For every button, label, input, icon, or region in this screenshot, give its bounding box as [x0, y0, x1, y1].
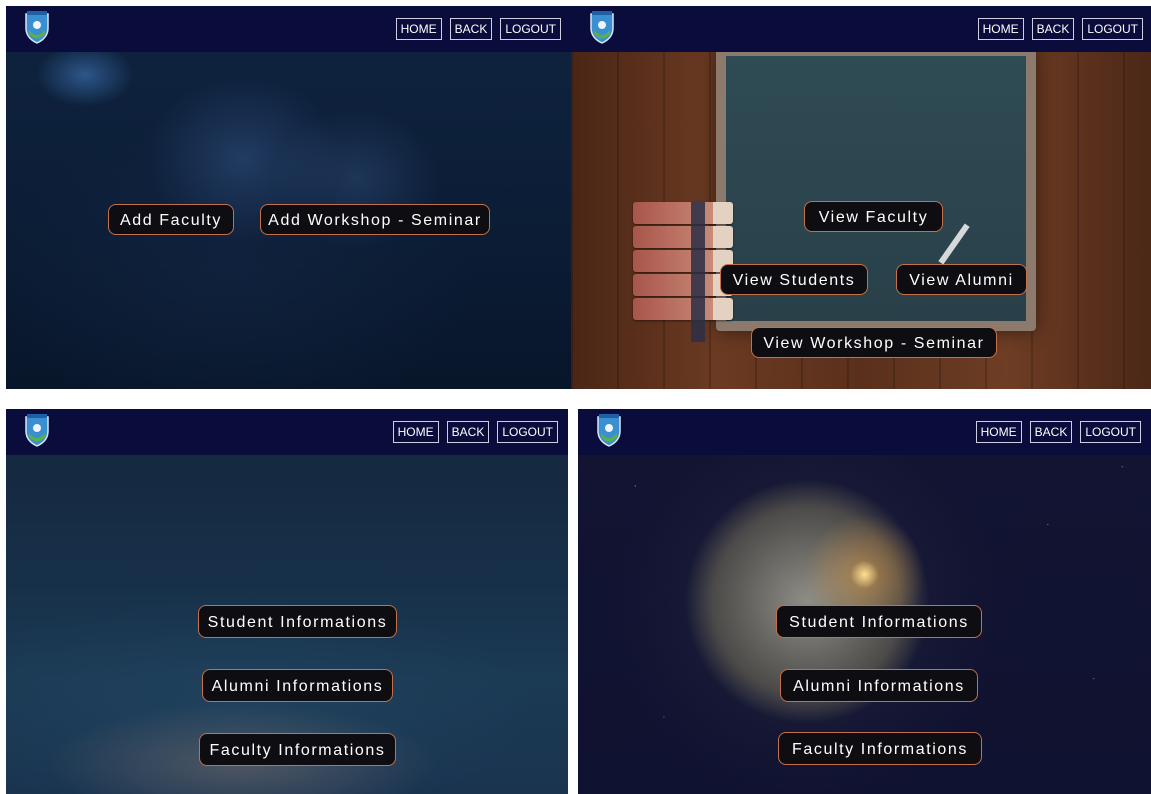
back-button[interactable]: BACK — [449, 18, 493, 40]
book-stack-image — [633, 202, 733, 342]
university-logo-icon[interactable] — [24, 10, 50, 44]
faculty-informations-button[interactable]: Faculty Informations — [199, 733, 396, 766]
logout-button[interactable]: LOGOUT — [1082, 18, 1143, 40]
university-logo-icon[interactable] — [596, 413, 622, 447]
student-informations-button[interactable]: Student Informations — [198, 605, 397, 638]
alumni-informations-button[interactable]: Alumni Informations — [780, 669, 978, 702]
top-navbar: HOME BACK LOGOUT — [6, 6, 571, 52]
info-panel-dark-teal: HOME BACK LOGOUT Student Informations Al… — [6, 409, 568, 794]
home-button[interactable]: HOME — [975, 421, 1022, 443]
faculty-informations-button[interactable]: Faculty Informations — [778, 732, 982, 765]
alumni-informations-button[interactable]: Alumni Informations — [202, 669, 393, 702]
top-navbar: HOME BACK LOGOUT — [578, 409, 1151, 455]
admin-view-panel: HOME BACK LOGOUT View Faculty View Stude… — [571, 6, 1151, 389]
home-button[interactable]: HOME — [392, 421, 439, 443]
logout-button[interactable]: LOGOUT — [500, 18, 561, 40]
digital-globe-background — [6, 6, 571, 389]
top-navbar: HOME BACK LOGOUT — [571, 6, 1151, 52]
view-students-button[interactable]: View Students — [720, 264, 868, 295]
back-button[interactable]: BACK — [1029, 421, 1073, 443]
info-panel-globe: HOME BACK LOGOUT Student Informations Al… — [578, 409, 1151, 794]
view-workshop-seminar-button[interactable]: View Workshop - Seminar — [751, 327, 997, 358]
home-button[interactable]: HOME — [395, 18, 442, 40]
view-alumni-button[interactable]: View Alumni — [896, 264, 1027, 295]
back-button[interactable]: BACK — [446, 421, 490, 443]
add-faculty-button[interactable]: Add Faculty — [108, 204, 234, 235]
university-logo-icon[interactable] — [24, 413, 50, 447]
view-faculty-button[interactable]: View Faculty — [804, 201, 943, 232]
admin-add-panel: HOME BACK LOGOUT Add Faculty Add Worksho… — [6, 6, 571, 389]
university-logo-icon[interactable] — [589, 10, 615, 44]
student-informations-button[interactable]: Student Informations — [776, 605, 982, 638]
logout-button[interactable]: LOGOUT — [497, 421, 558, 443]
back-button[interactable]: BACK — [1031, 18, 1075, 40]
add-workshop-seminar-button[interactable]: Add Workshop - Seminar — [260, 204, 490, 235]
top-navbar: HOME BACK LOGOUT — [6, 409, 568, 455]
home-button[interactable]: HOME — [977, 18, 1024, 40]
logout-button[interactable]: LOGOUT — [1080, 421, 1141, 443]
